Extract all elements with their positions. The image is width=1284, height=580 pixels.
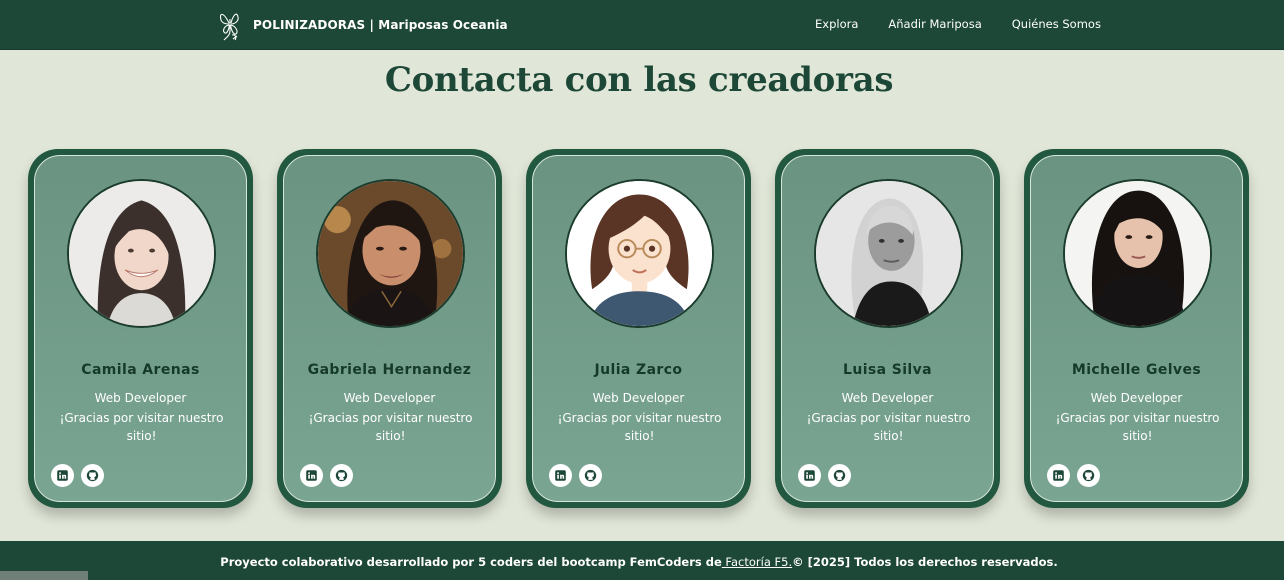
navbar: POLINIZADORAS | Mariposas Oceania Explor… (0, 0, 1284, 50)
member-card-body: Michelle Gelves Web Developer ¡Gracias p… (1030, 155, 1243, 502)
member-message: ¡Gracias por visitar nuestro sitio! (557, 411, 722, 443)
member-message: ¡Gracias por visitar nuestro sitio! (308, 411, 473, 443)
nav-link-quienes-somos[interactable]: Quiénes Somos (1012, 17, 1101, 31)
github-icon (584, 469, 597, 482)
linkedin-button[interactable] (51, 464, 74, 487)
member-name: Julia Zarco (594, 362, 683, 378)
member-role: Web Developer (592, 391, 685, 405)
member-message: ¡Gracias por visitar nuestro sitio! (1055, 411, 1220, 443)
member-card: Gabriela Hernandez Web Developer ¡Gracia… (277, 149, 502, 508)
linkedin-button[interactable] (798, 464, 821, 487)
linkedin-icon (804, 470, 815, 481)
brand-title: POLINIZADORAS | Mariposas Oceania (253, 18, 508, 32)
github-icon (833, 469, 846, 482)
member-name: Luisa Silva (843, 362, 932, 378)
member-card: Luisa Silva Web Developer ¡Gracias por v… (775, 149, 1000, 508)
nav-link-explora[interactable]: Explora (815, 17, 858, 31)
member-card-body: Camila Arenas Web Developer ¡Gracias por… (34, 155, 247, 502)
corner-tab (0, 571, 88, 580)
linkedin-icon (1053, 470, 1064, 481)
social-links (300, 464, 360, 487)
member-name: Gabriela Hernandez (307, 362, 472, 378)
member-card: Camila Arenas Web Developer ¡Gracias por… (28, 149, 253, 508)
github-button[interactable] (828, 464, 851, 487)
footer: Proyecto colaborativo desarrollado por 5… (0, 541, 1284, 580)
linkedin-icon (555, 470, 566, 481)
github-button[interactable] (579, 464, 602, 487)
linkedin-icon (57, 470, 68, 481)
github-button[interactable] (330, 464, 353, 487)
nav-links: Explora Añadir Mariposa Quiénes Somos (815, 17, 1131, 31)
github-button[interactable] (1077, 464, 1100, 487)
avatar (316, 179, 465, 328)
footer-credit: Proyecto colaborativo desarrollado por 5… (220, 555, 722, 569)
member-name: Camila Arenas (81, 362, 200, 378)
linkedin-button[interactable] (300, 464, 323, 487)
member-name: Michelle Gelves (1071, 362, 1202, 378)
member-role: Web Developer (343, 391, 436, 405)
github-icon (86, 469, 99, 482)
member-card-body: Luisa Silva Web Developer ¡Gracias por v… (781, 155, 994, 502)
brand[interactable]: POLINIZADORAS | Mariposas Oceania (218, 9, 508, 41)
footer-copyright: © [2025] Todos los derechos reservados. (792, 555, 1058, 569)
member-card-body: Julia Zarco Web Developer ¡Gracias por v… (532, 155, 745, 502)
avatar (814, 179, 963, 328)
member-message: ¡Gracias por visitar nuestro sitio! (806, 411, 971, 443)
factoria-f5-link[interactable]: Factoría F5. (722, 555, 792, 569)
butterfly-icon (219, 13, 239, 41)
github-button[interactable] (81, 464, 104, 487)
social-links (549, 464, 609, 487)
member-card-body: Gabriela Hernandez Web Developer ¡Gracia… (283, 155, 496, 502)
footer-text: Proyecto colaborativo desarrollado por 5… (0, 555, 1278, 569)
social-links (51, 464, 111, 487)
member-card: Julia Zarco Web Developer ¡Gracias por v… (526, 149, 751, 508)
page-title: Contacta con las creadoras (384, 60, 894, 100)
social-links (1047, 464, 1107, 487)
social-links (798, 464, 858, 487)
member-role: Web Developer (841, 391, 934, 405)
member-role: Web Developer (1090, 391, 1183, 405)
linkedin-button[interactable] (1047, 464, 1070, 487)
nav-link-anadir-mariposa[interactable]: Añadir Mariposa (888, 17, 981, 31)
avatar (67, 179, 216, 328)
github-icon (1082, 469, 1095, 482)
member-role: Web Developer (94, 391, 187, 405)
member-message: ¡Gracias por visitar nuestro sitio! (59, 411, 224, 443)
github-icon (335, 469, 348, 482)
linkedin-icon (306, 470, 317, 481)
avatar (565, 179, 714, 328)
linkedin-button[interactable] (549, 464, 572, 487)
avatar (1063, 179, 1212, 328)
member-card: Michelle Gelves Web Developer ¡Gracias p… (1024, 149, 1249, 508)
